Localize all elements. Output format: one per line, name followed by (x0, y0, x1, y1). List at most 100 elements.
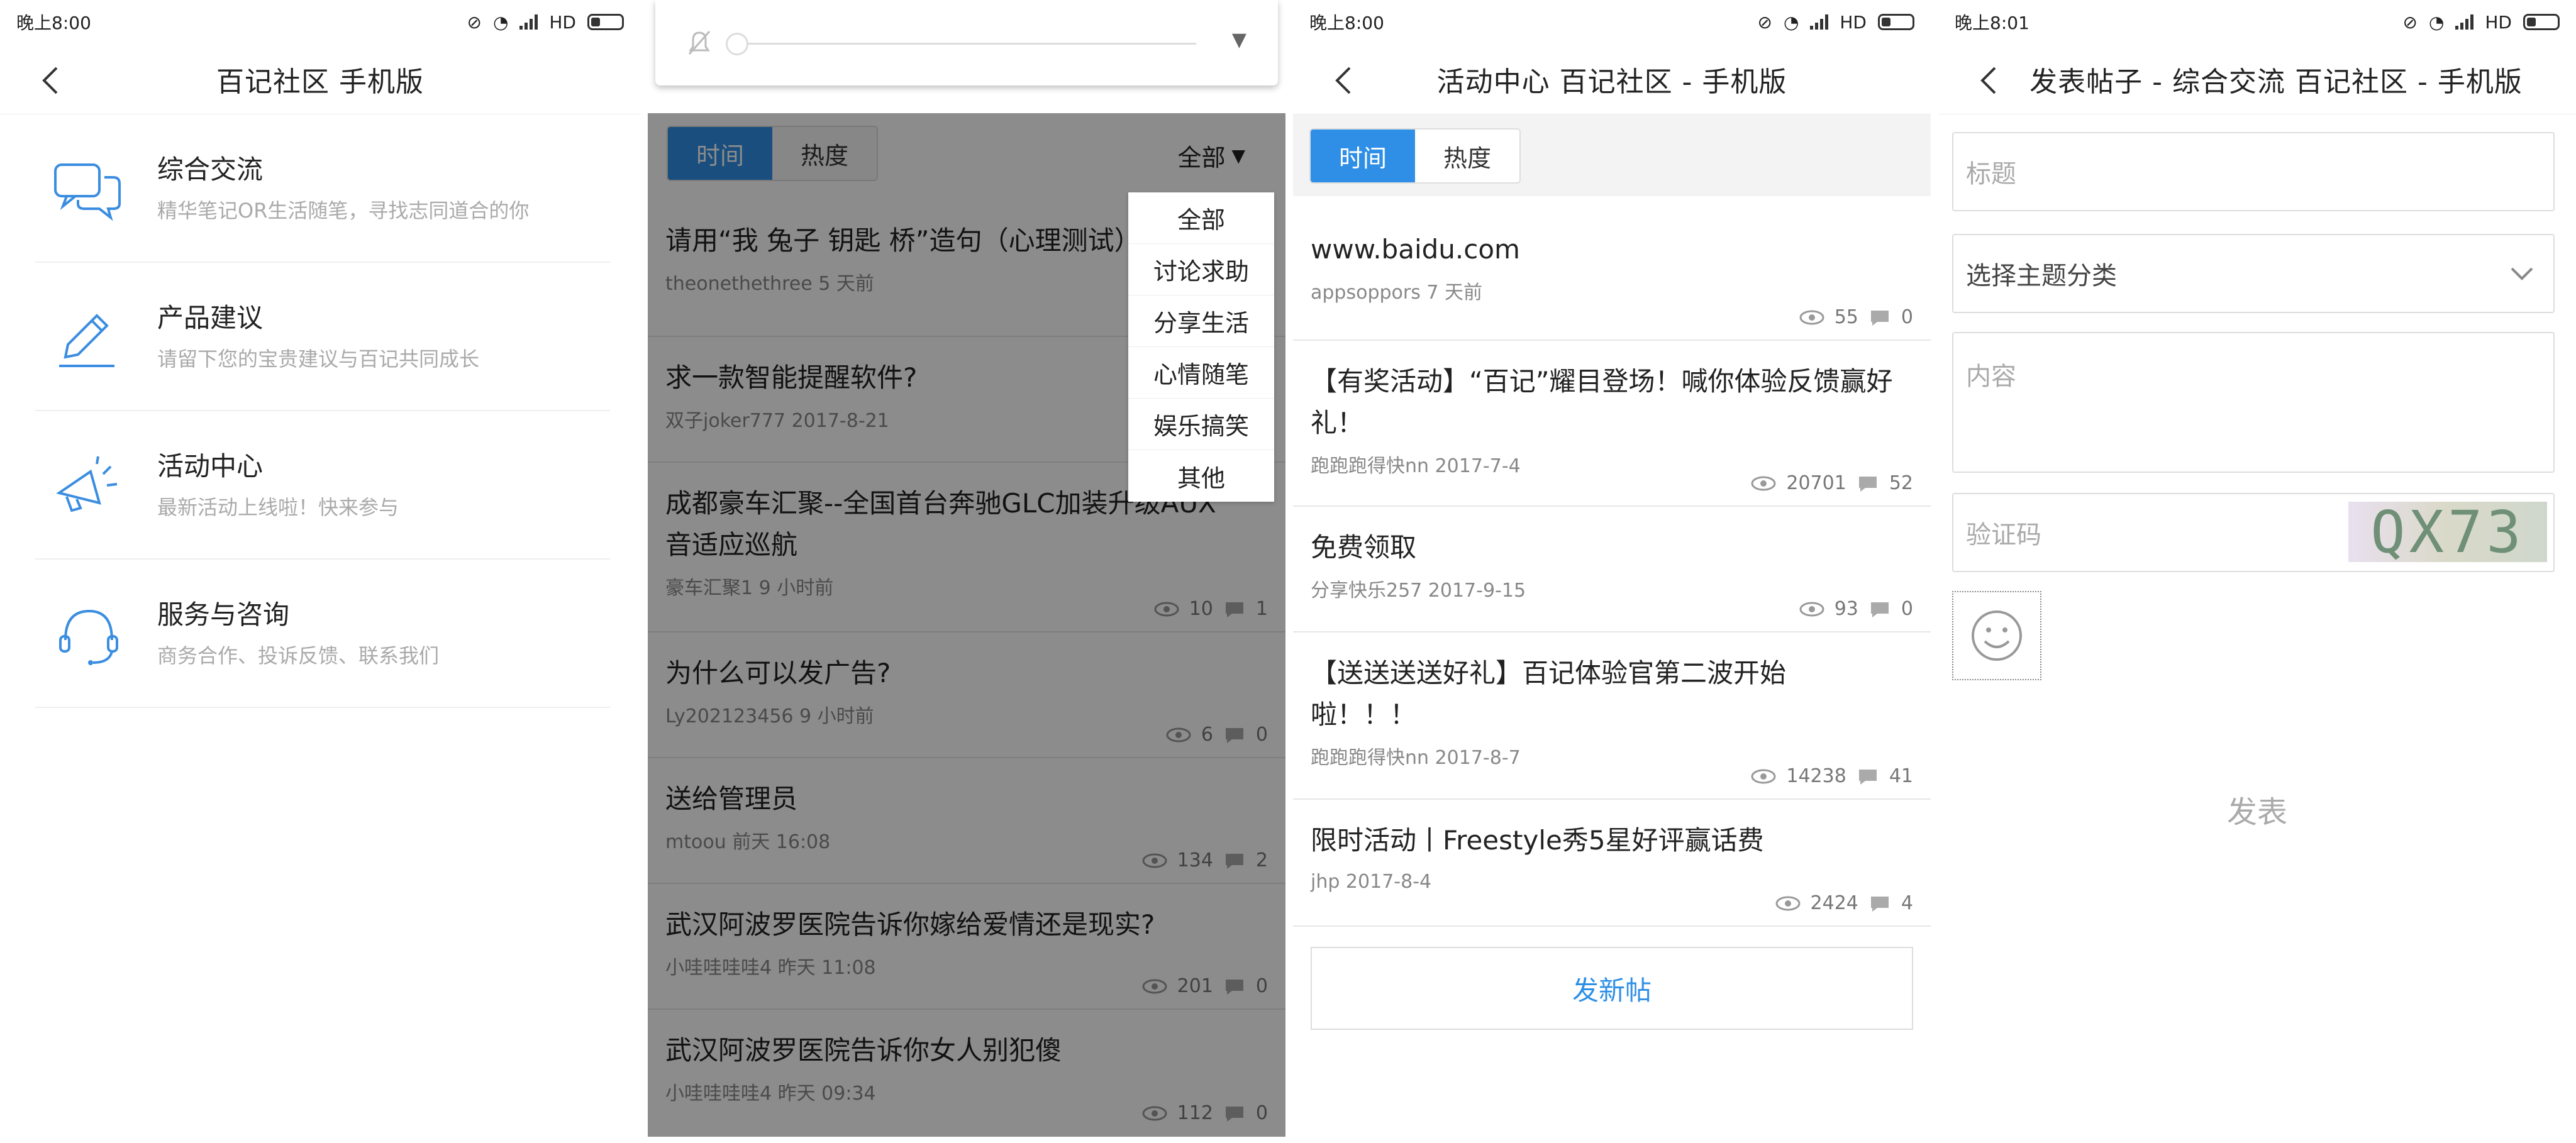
tab-time[interactable]: 时间 (1311, 130, 1415, 182)
back-icon[interactable] (1331, 65, 1356, 96)
eye-icon (1775, 896, 1801, 910)
captcha-input[interactable]: 验证码 QX73 (1952, 493, 2555, 572)
category-item-suggest[interactable]: 产品建议 请留下您的宝贵建议与百记共同成长 (35, 263, 610, 411)
app-header: 百记社区 手机版 (0, 44, 640, 114)
network-type: HD (549, 11, 576, 33)
category-placeholder: 选择主题分类 (1966, 262, 2117, 290)
panel-forum-list-filter: 时间 热度 全部 ▼ 请用“我 兔子 钥匙 桥”造句（心理测试） theonet… (648, 0, 1285, 1137)
eye-icon (1751, 476, 1776, 490)
headset-icon (59, 609, 118, 665)
battery-icon (2523, 14, 2560, 30)
wifi-icon: ◔ (492, 11, 509, 33)
volume-panel: ▼ (655, 0, 1278, 86)
app-header: 发表帖子 - 综合交流 百记社区 - 手机版 (1938, 44, 2576, 114)
tab-hot[interactable]: 热度 (1415, 130, 1519, 182)
comment-icon (1870, 602, 1889, 617)
content-placeholder: 内容 (1966, 362, 2016, 391)
title-placeholder: 标题 (1966, 160, 2016, 189)
comment-count: 0 (1901, 306, 1913, 328)
category-item-service[interactable]: 服务与咨询 商务合作、投诉反馈、联系我们 (35, 560, 610, 708)
comment-count: 41 (1889, 765, 1913, 787)
status-time: 晚上8:01 (1955, 13, 2029, 33)
dropdown-option[interactable]: 讨论求助 (1128, 244, 1274, 295)
dropdown-option[interactable]: 分享生活 (1128, 295, 1274, 347)
post-meta: appsoppors 7 天前 (1311, 282, 1483, 304)
signal-icon (519, 14, 538, 30)
caret-down-icon[interactable]: ▼ (1232, 29, 1246, 51)
page-title: 发表帖子 - 综合交流 百记社区 - 手机版 (2029, 65, 2523, 98)
category-name: 综合交流 (157, 154, 264, 185)
comment-icon (1870, 896, 1889, 912)
page-title: 百记社区 手机版 (216, 65, 424, 98)
comment-count: 52 (1889, 472, 1913, 494)
tabs-bar: 时间 热度 (1293, 114, 1931, 196)
title-input[interactable]: 标题 (1952, 132, 2555, 211)
pen-icon (59, 314, 114, 367)
category-select[interactable]: 选择主题分类 (1952, 234, 2555, 313)
chevron-down-icon (2511, 267, 2533, 280)
back-icon[interactable] (38, 65, 63, 96)
new-post-button[interactable]: 发新帖 (1311, 947, 1913, 1030)
silent-icon: ⊘ (2402, 11, 2418, 33)
smiley-icon (1972, 610, 2022, 661)
publish-button[interactable]: 发表 (1938, 787, 2576, 831)
panel-activity-center: 晚上8:00 ⊘ ◔ HD 活动中心 百记社区 - 手机版 时间 热度 www.… (1293, 0, 1931, 1137)
category-desc: 精华笔记OR生活随笔，寻找志同道合的你 (157, 199, 530, 223)
panel-forum-home: 晚上8:00 ⊘ ◔ HD 百记社区 手机版 综合交流 精华笔记OR生活随笔，寻… (0, 0, 640, 1137)
post-title: 【有奖活动】“百记”耀目登场！喊你体验反馈赢好礼！ (1311, 366, 1893, 438)
comment-icon (1858, 476, 1877, 492)
network-type: HD (2485, 11, 2512, 33)
list-item[interactable]: 【送送送送好礼】百记体验官第二波开始啦！！！ 跑跑跑得快nn 2017-8-7 … (1293, 632, 1931, 800)
category-name: 服务与咨询 (157, 599, 290, 630)
post-list: www.baidu.com appsoppors 7 天前 55 0 【有奖活动… (1293, 196, 1931, 927)
megaphone-icon (56, 456, 118, 512)
eye-icon (1799, 310, 1824, 324)
comment-icon (1870, 310, 1889, 326)
volume-slider-thumb[interactable] (726, 33, 748, 55)
comment-icon (1858, 769, 1877, 785)
status-bar: 晚上8:00 ⊘ ◔ HD (1293, 0, 1931, 44)
view-count: 14238 (1786, 765, 1846, 787)
content-textarea[interactable]: 内容 (1952, 332, 2555, 473)
category-name: 产品建议 (157, 302, 264, 333)
category-item-general[interactable]: 综合交流 精华笔记OR生活随笔，寻找志同道合的你 (35, 114, 610, 263)
emoji-button[interactable] (1952, 591, 2041, 680)
wifi-icon: ◔ (1783, 11, 1799, 33)
dropdown-option[interactable]: 其他 (1128, 450, 1274, 502)
category-desc: 商务合作、投诉反馈、联系我们 (157, 644, 440, 668)
post-stats: 55 0 (1799, 306, 1913, 328)
dropdown-option[interactable]: 娱乐搞笑 (1128, 399, 1274, 450)
post-title: www.baidu.com (1311, 234, 1520, 265)
status-time: 晚上8:00 (16, 13, 91, 33)
list-item[interactable]: 限时活动丨Freestyle秀5星好评赢话费 jhp 2017-8-4 2424… (1293, 800, 1931, 927)
filter-dropdown: 全部 讨论求助 分享生活 心情随笔 娱乐搞笑 其他 (1128, 192, 1274, 502)
status-time: 晚上8:00 (1309, 13, 1384, 33)
post-stats: 14238 41 (1751, 765, 1913, 787)
list-item[interactable]: 免费领取 分享快乐257 2017-9-15 93 0 (1293, 507, 1931, 632)
eye-icon (1799, 602, 1824, 616)
bell-off-icon[interactable] (686, 28, 713, 58)
view-count: 55 (1834, 306, 1858, 328)
category-item-activity[interactable]: 活动中心 最新活动上线啦！快来参与 (35, 411, 610, 560)
app-header: 活动中心 百记社区 - 手机版 (1293, 44, 1931, 114)
page-title: 活动中心 百记社区 - 手机版 (1436, 65, 1787, 98)
post-stats: 2424 4 (1775, 892, 1913, 914)
status-bar: 晚上8:00 ⊘ ◔ HD (0, 0, 640, 44)
battery-icon (1878, 14, 1914, 30)
back-icon[interactable] (1976, 65, 2001, 96)
view-count: 2424 (1810, 892, 1858, 914)
dropdown-option[interactable]: 心情随笔 (1128, 347, 1274, 399)
eye-icon (1751, 769, 1776, 783)
list-item[interactable]: www.baidu.com appsoppors 7 天前 55 0 (1293, 196, 1931, 341)
captcha-image[interactable]: QX73 (2348, 499, 2547, 566)
wifi-icon: ◔ (2428, 11, 2445, 33)
category-list: 综合交流 精华笔记OR生活随笔，寻找志同道合的你 产品建议 请留下您的宝贵建议与… (35, 114, 610, 708)
dropdown-option[interactable]: 全部 (1128, 192, 1274, 244)
chat-icon (54, 163, 121, 221)
sort-tabs: 时间 热度 (1309, 128, 1521, 184)
silent-icon: ⊘ (1757, 11, 1772, 33)
silent-icon: ⊘ (467, 11, 482, 33)
volume-slider-track[interactable] (731, 43, 1196, 45)
post-title: 免费领取 (1311, 532, 1417, 563)
list-item[interactable]: 【有奖活动】“百记”耀目登场！喊你体验反馈赢好礼！ 跑跑跑得快nn 2017-7… (1293, 341, 1931, 507)
